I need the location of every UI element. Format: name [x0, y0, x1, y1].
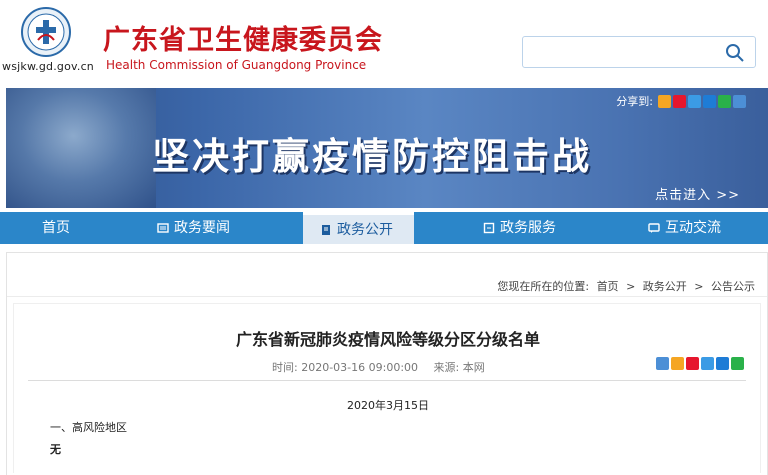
- enter-link[interactable]: 点击进入 >>: [655, 184, 740, 203]
- nav-item-news[interactable]: 政务要闻: [157, 212, 230, 244]
- doc-icon: [322, 224, 330, 235]
- main-nav: 首页 政务要闻 政务公开 政务服务 互动交流: [0, 212, 768, 244]
- site-title[interactable]: 广东省卫生健康委员会: [103, 18, 383, 57]
- breadcrumb-prefix: 您现在所在的位置:: [497, 280, 590, 293]
- site-title-english: Health Commission of Guangdong Province: [106, 58, 367, 72]
- banner-photo: [6, 88, 156, 208]
- share-label: 分享到:: [616, 95, 653, 108]
- more-share-icon[interactable]: [656, 357, 669, 370]
- nav-item-services[interactable]: 政务服务: [483, 212, 556, 244]
- nav-item-government-affairs[interactable]: 政务公开: [303, 212, 414, 244]
- article: 广东省新冠肺炎疫情风险等级分区分级名单 时间: 2020-03-16 09:00…: [13, 303, 761, 473]
- weibo-share-icon[interactable]: [686, 357, 699, 370]
- breadcrumb-separator: >: [694, 280, 704, 293]
- title-divider: [28, 380, 746, 381]
- nav-item-label: 政务公开: [337, 221, 393, 238]
- article-meta: 时间: 2020-03-16 09:00:00 来源: 本网: [272, 359, 497, 375]
- renren-share-icon[interactable]: [703, 94, 716, 108]
- breadcrumb-home[interactable]: 首页: [597, 280, 619, 293]
- breadcrumb-announcements[interactable]: 公告公示: [711, 280, 755, 293]
- health-commission-logo[interactable]: [16, 6, 76, 58]
- weibo-share-icon[interactable]: [673, 94, 686, 108]
- article-source: 来源: 本网: [433, 361, 485, 374]
- tencent-weibo-share-icon[interactable]: [688, 94, 701, 108]
- nav-item-label: 政务服务: [500, 220, 556, 236]
- site-domain: wsjkw.gd.gov.cn: [2, 60, 94, 73]
- chat-icon: [648, 223, 660, 233]
- wechat-share-icon[interactable]: [731, 357, 744, 370]
- nav-item-interaction[interactable]: 互动交流: [648, 212, 721, 244]
- news-icon: [157, 223, 169, 233]
- qzone-share-icon[interactable]: [658, 94, 671, 108]
- site-header: wsjkw.gd.gov.cn 广东省卫生健康委员会 Health Commis…: [0, 0, 768, 88]
- more-share-icon[interactable]: [733, 94, 746, 108]
- nav-item-label: 首页: [42, 220, 70, 236]
- article-share-bar: [656, 357, 744, 370]
- service-icon: [483, 222, 495, 234]
- article-date: 2020年3月15日: [347, 399, 429, 412]
- article-time: 时间: 2020-03-16 09:00:00: [272, 361, 419, 374]
- share-bar: 分享到:: [616, 93, 746, 109]
- search-box: [522, 36, 756, 68]
- banner-title: 坚决打赢疫情防控阻击战: [152, 135, 592, 178]
- wechat-share-icon[interactable]: [718, 94, 731, 108]
- breadcrumb-bar: 您现在所在的位置: 首页 > 政务公开 > 公告公示: [7, 253, 767, 297]
- nav-item-label: 互动交流: [665, 220, 721, 236]
- article-paragraph: 一、高风险地区: [50, 421, 127, 434]
- search-input[interactable]: [529, 42, 719, 62]
- breadcrumb-government-affairs[interactable]: 政务公开: [643, 280, 687, 293]
- qzone-share-icon[interactable]: [671, 357, 684, 370]
- nav-item-label: 政务要闻: [174, 220, 230, 236]
- content-area: 您现在所在的位置: 首页 > 政务公开 > 公告公示 广东省新冠肺炎疫情风险等级…: [6, 252, 768, 475]
- renren-share-icon[interactable]: [716, 357, 729, 370]
- article-paragraph: 无: [50, 443, 61, 456]
- tencent-weibo-share-icon[interactable]: [701, 357, 714, 370]
- search-icon[interactable]: [725, 43, 745, 63]
- breadcrumb-separator: >: [626, 280, 636, 293]
- epidemic-banner[interactable]: 分享到: 坚决打赢疫情防控阻击战 点击进入 >>: [6, 88, 768, 208]
- nav-item-home[interactable]: 首页: [42, 212, 70, 244]
- article-title: 广东省新冠肺炎疫情风险等级分区分级名单: [235, 330, 540, 349]
- breadcrumb: 您现在所在的位置: 首页 > 政务公开 > 公告公示: [495, 278, 757, 294]
